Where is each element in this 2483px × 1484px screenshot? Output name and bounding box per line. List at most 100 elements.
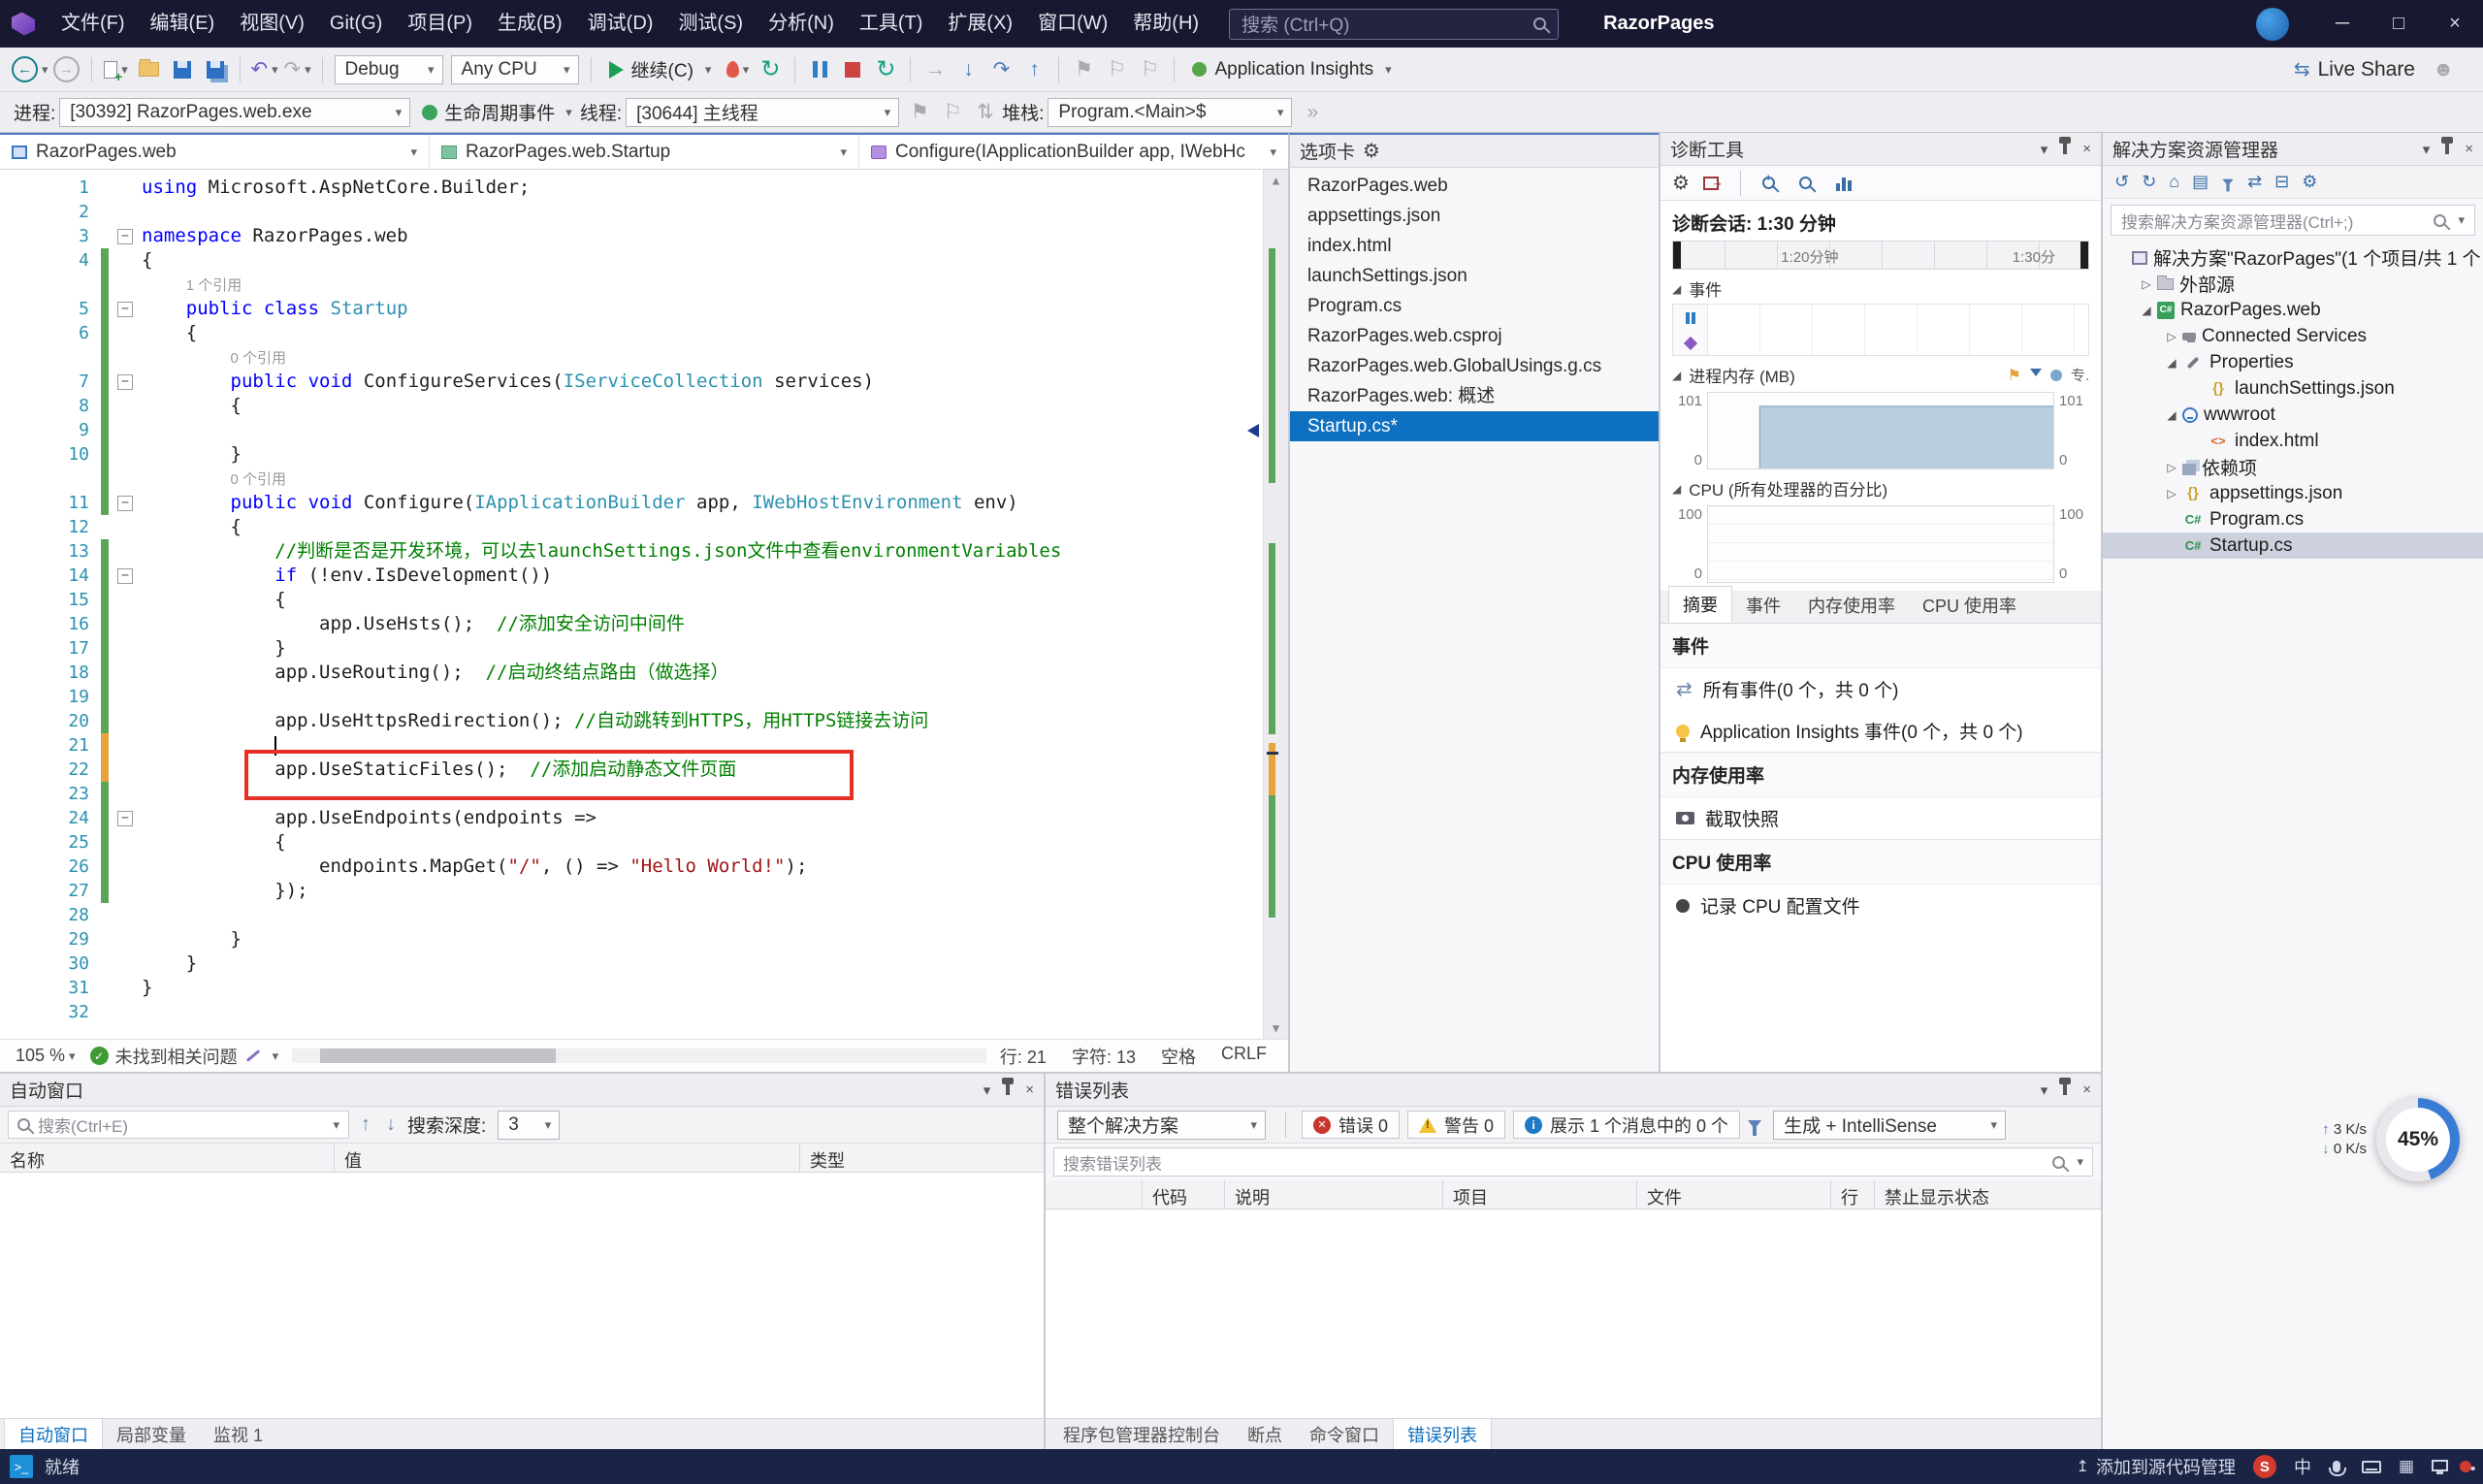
expand-icon[interactable]: ▷ xyxy=(2161,461,2182,474)
sync-with-active-document-icon[interactable]: ⇄ xyxy=(2247,172,2262,192)
feedback-icon[interactable]: ☻ xyxy=(2429,53,2458,86)
export-icon[interactable] xyxy=(1703,177,1719,190)
tree-item[interactable]: ▷依赖项 xyxy=(2103,454,2483,480)
vertical-tab[interactable]: index.html xyxy=(1290,231,1659,261)
vertical-tab[interactable]: appsettings.json xyxy=(1290,201,1659,231)
menu-item[interactable]: 项目(P) xyxy=(395,0,485,48)
menu-item[interactable]: 工具(T) xyxy=(847,0,936,48)
severity-column-header[interactable] xyxy=(1046,1180,1143,1209)
scroll-up-icon[interactable]: ▲ xyxy=(1264,174,1288,187)
thread-dropdown[interactable]: [30644] 主线程▾ xyxy=(626,98,899,127)
panel-tab[interactable]: 命令窗口 xyxy=(1296,1419,1393,1449)
step-out-button[interactable]: ↑ xyxy=(1019,53,1048,86)
menu-item[interactable]: Git(G) xyxy=(317,0,395,48)
grid-icon[interactable]: ▦ xyxy=(2399,1457,2414,1476)
diagnostics-timeline-ruler[interactable]: 1:20分钟 1:30分 xyxy=(1672,241,2089,270)
menu-item[interactable]: 调试(D) xyxy=(575,0,666,48)
quick-search-box[interactable]: 搜索 (Ctrl+Q) xyxy=(1229,9,1559,40)
menu-item[interactable]: 测试(S) xyxy=(665,0,756,48)
scrollbar-thumb[interactable] xyxy=(320,1048,556,1063)
monitor-icon[interactable] xyxy=(2432,1460,2448,1471)
tree-item[interactable]: ▷appsettings.json xyxy=(2103,480,2483,506)
show-flagged-only-icon[interactable]: ⚐ xyxy=(938,96,967,129)
break-all-button[interactable] xyxy=(805,53,834,86)
tree-item[interactable]: ◢Properties xyxy=(2103,349,2483,375)
expand-icon[interactable]: ▷ xyxy=(2136,277,2157,291)
ime-indicator[interactable]: 中 xyxy=(2294,1454,2311,1479)
keyboard-icon[interactable] xyxy=(2362,1461,2381,1473)
settings-gear-icon[interactable]: ⚙ xyxy=(1672,171,1690,195)
code-area[interactable]: 1using Microsoft.AspNetCore.Builder;23−n… xyxy=(0,170,1288,1039)
close-icon[interactable]: × xyxy=(2465,141,2473,157)
breadcrumb-member-dropdown[interactable]: Configure(IApplicationBuilder app, IWebH… xyxy=(859,135,1288,169)
filter-funnel-icon[interactable] xyxy=(1748,1120,1761,1136)
collapse-icon[interactable]: ◢ xyxy=(1672,369,1681,382)
switch-views-icon[interactable]: ▤ xyxy=(2192,172,2209,192)
stack-frame-dropdown[interactable]: Program.<Main>$▾ xyxy=(1048,98,1292,127)
expand-icon[interactable]: ▷ xyxy=(2161,330,2182,343)
diag-tab[interactable]: 事件 xyxy=(1732,588,1794,623)
search-down-icon[interactable]: ↓ xyxy=(382,1113,400,1136)
navigate-forward-button[interactable]: → xyxy=(52,53,81,86)
collapse-icon[interactable]: ◢ xyxy=(2161,356,2182,370)
fold-margin[interactable]: − xyxy=(109,370,142,394)
scroll-down-icon[interactable]: ▼ xyxy=(1264,1021,1288,1035)
panel-tab[interactable]: 错误列表 xyxy=(1393,1419,1492,1449)
next-bookmark-button[interactable]: ⚐ xyxy=(1135,53,1164,86)
panel-menu-icon[interactable]: ▾ xyxy=(984,1081,991,1099)
health-check-icon[interactable]: ✓ xyxy=(90,1047,109,1065)
breadcrumb-project-dropdown[interactable]: RazorPages.web▾ xyxy=(0,135,430,169)
fold-margin[interactable]: − xyxy=(109,806,142,830)
zoom-dropdown[interactable]: 105 %▾ xyxy=(8,1046,83,1066)
vertical-tab[interactable]: RazorPages.web xyxy=(1290,171,1659,201)
breadcrumb-type-dropdown[interactable]: RazorPages.web.Startup▾ xyxy=(430,135,859,169)
show-next-statement-button[interactable]: → xyxy=(920,53,950,86)
editor-vertical-scrollbar[interactable]: ▲ ▼ xyxy=(1263,170,1288,1039)
usage-gauge[interactable]: 45% xyxy=(2376,1098,2460,1181)
panel-menu-icon[interactable]: ▾ xyxy=(2041,1081,2048,1099)
menu-item[interactable]: 编辑(E) xyxy=(138,0,228,48)
column-header[interactable]: 项目 xyxy=(1443,1180,1637,1209)
fold-toggle-icon[interactable]: − xyxy=(117,496,133,511)
fold-toggle-icon[interactable]: − xyxy=(117,229,133,244)
microphone-icon[interactable] xyxy=(2333,1461,2340,1472)
code-cleanup-icon[interactable] xyxy=(245,1049,259,1062)
menu-item[interactable]: 窗口(W) xyxy=(1025,0,1120,48)
collapse-icon[interactable]: ◢ xyxy=(1672,282,1681,296)
fold-toggle-icon[interactable]: − xyxy=(117,568,133,584)
diag-tab[interactable]: CPU 使用率 xyxy=(1909,588,2030,623)
fold-toggle-icon[interactable]: − xyxy=(117,811,133,826)
redo-button[interactable]: ↷▾ xyxy=(283,53,312,86)
error-list-search-input[interactable]: 搜索错误列表 ▾ xyxy=(1053,1147,2093,1177)
collapse-icon[interactable]: ◢ xyxy=(2136,304,2157,317)
source-control-logo-icon[interactable] xyxy=(2253,1455,2276,1478)
developer-terminal-icon[interactable]: >_ xyxy=(10,1455,33,1478)
close-button[interactable]: × xyxy=(2427,0,2483,48)
vertical-tab[interactable]: Startup.cs* xyxy=(1290,411,1659,441)
toolbar-overflow-icon[interactable]: » xyxy=(1298,96,1327,129)
app-insights-events-link[interactable]: Application Insights 事件(0 个，共 0 个) xyxy=(1661,710,2101,752)
column-header[interactable]: 代码 xyxy=(1143,1180,1225,1209)
spaces-indicator[interactable]: 空格 xyxy=(1161,1044,1196,1069)
step-into-button[interactable]: ↓ xyxy=(953,53,983,86)
restart-app-button[interactable]: ↻ xyxy=(756,53,785,86)
minimize-button[interactable]: ─ xyxy=(2314,0,2370,48)
diag-tab[interactable]: 摘要 xyxy=(1668,586,1732,623)
menu-item[interactable]: 生成(B) xyxy=(485,0,575,48)
vertical-tab[interactable]: RazorPages.web: 概述 xyxy=(1290,381,1659,411)
tree-item[interactable]: index.html xyxy=(2103,428,2483,454)
collapse-icon[interactable]: ◢ xyxy=(2161,408,2182,422)
chart-icon[interactable] xyxy=(1836,176,1852,191)
close-icon[interactable]: × xyxy=(2082,1081,2091,1098)
maximize-button[interactable]: □ xyxy=(2370,0,2427,48)
step-over-button[interactable]: ↷ xyxy=(986,53,1016,86)
collapse-icon[interactable]: ◢ xyxy=(1672,482,1681,496)
code-cleanup-caret[interactable]: ▾ xyxy=(273,1048,279,1064)
undo-button[interactable]: ↶▾ xyxy=(250,53,279,86)
gear-icon[interactable]: ⚙ xyxy=(1363,139,1380,163)
solution-search-input[interactable]: 搜索解决方案资源管理器(Ctrl+;) ▾ xyxy=(2111,205,2475,236)
save-button[interactable] xyxy=(168,53,197,86)
column-header[interactable]: 值 xyxy=(335,1144,800,1172)
tree-item[interactable]: launchSettings.json xyxy=(2103,375,2483,402)
tree-item[interactable]: ◢wwwroot xyxy=(2103,402,2483,428)
